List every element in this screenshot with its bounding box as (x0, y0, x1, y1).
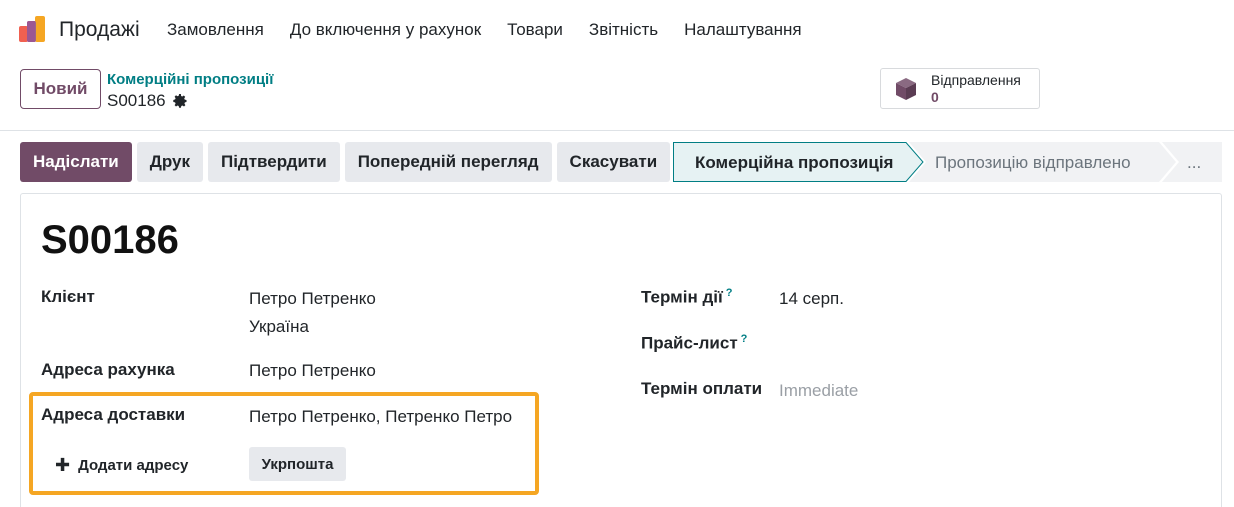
menu-item-orders[interactable]: Замовлення (167, 20, 264, 40)
app-name[interactable]: Продажі (59, 18, 140, 42)
carrier-tag-button[interactable]: Укрпошта (249, 447, 346, 481)
plus-icon: ✚ (55, 455, 71, 475)
validity-value[interactable]: 14 серп. (779, 289, 844, 309)
validity-label: Термін дії? (641, 287, 732, 308)
pricelist-help-icon[interactable]: ? (741, 333, 748, 345)
customer-name[interactable]: Петро Петренко (249, 289, 376, 309)
send-button[interactable]: Надіслати (20, 142, 132, 182)
menu-item-to-invoice[interactable]: До включення у рахунок (290, 20, 481, 40)
validity-help-icon[interactable]: ? (726, 287, 733, 299)
status-quotation-sent[interactable]: Пропозицію відправлено (935, 153, 1131, 173)
payment-terms-label: Термін оплати (641, 379, 763, 398)
record-name-label: S00186 (107, 91, 166, 110)
status-quotation[interactable]: Комерційна пропозиція (695, 153, 893, 173)
sales-app-logo-icon[interactable] (18, 16, 48, 44)
customer-country: Україна (249, 317, 309, 336)
cancel-button[interactable]: Скасувати (556, 142, 671, 182)
status-more[interactable]: ... (1187, 153, 1201, 173)
menu-item-products[interactable]: Товари (507, 20, 563, 40)
header-divider (0, 130, 1234, 131)
package-icon (896, 77, 916, 100)
delivery-address-value[interactable]: Петро Петренко, Петренко Петро (249, 407, 512, 427)
add-address-label: Додати адресу (78, 457, 189, 474)
pricelist-label: Прайс-лист? (641, 333, 747, 354)
validity-label-text: Термін дії (641, 287, 723, 307)
confirm-button[interactable]: Підтвердити (207, 142, 340, 182)
print-button[interactable]: Друк (136, 142, 203, 182)
breadcrumb-current-record: S00186 (107, 91, 188, 111)
preview-button[interactable]: Попередній перегляд (344, 142, 552, 182)
breadcrumb-quotations-link[interactable]: Комерційні пропозиції (107, 71, 273, 88)
record-title: S00186 (41, 218, 179, 262)
action-buttons: Надіслати Друк Підтвердити Попередній пе… (20, 142, 671, 182)
delivery-smart-button[interactable]: Відправлення 0 (880, 68, 1040, 109)
smart-button-label: Відправлення (931, 71, 1021, 88)
menu-item-configuration[interactable]: Налаштування (684, 20, 802, 40)
invoice-address-label: Адреса рахунка (41, 360, 175, 379)
delivery-address-label: Адреса доставки (41, 405, 186, 424)
pricelist-label-text: Прайс-лист (641, 333, 738, 353)
add-address-button[interactable]: ✚ Додати адресу (55, 455, 188, 476)
smart-button-text: Відправлення 0 (931, 72, 1021, 106)
payment-terms-input[interactable]: Immediate (779, 381, 858, 401)
main-menu: Замовлення До включення у рахунок Товари… (167, 20, 828, 40)
invoice-address-value[interactable]: Петро Петренко (249, 361, 376, 381)
top-navbar: Продажі Замовлення До включення у рахуно… (0, 0, 1234, 60)
menu-item-reporting[interactable]: Звітність (589, 20, 658, 40)
status-bar: Комерційна пропозиція Пропозицію відправ… (673, 142, 1222, 182)
smart-button-count: 0 (931, 88, 939, 105)
new-button[interactable]: Новий (20, 69, 101, 109)
customer-label: Клієнт (41, 287, 95, 306)
gear-icon[interactable] (172, 93, 188, 109)
